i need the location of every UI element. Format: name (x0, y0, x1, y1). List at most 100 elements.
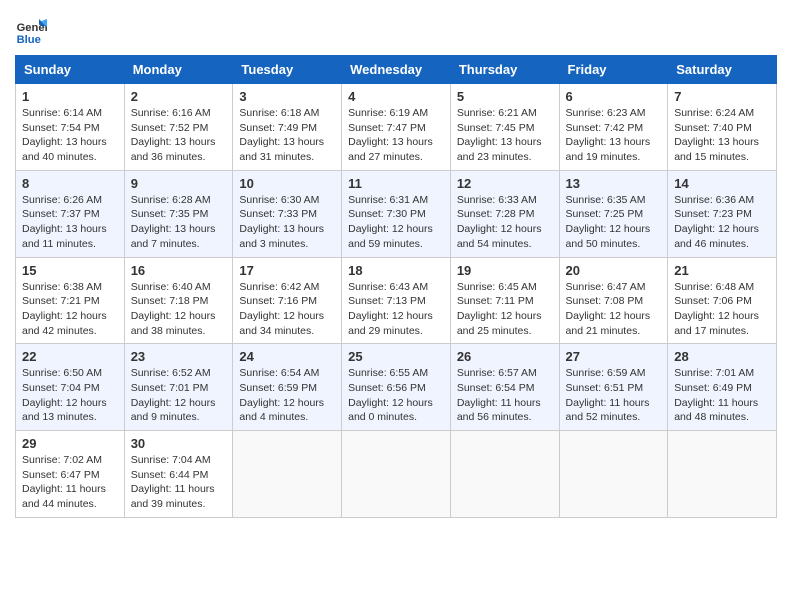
day-info: Sunrise: 6:14 AM Sunset: 7:54 PM Dayligh… (22, 106, 118, 165)
day-number: 30 (131, 436, 227, 451)
day-number: 3 (239, 89, 335, 104)
day-info: Sunrise: 7:01 AM Sunset: 6:49 PM Dayligh… (674, 366, 770, 425)
day-number: 23 (131, 349, 227, 364)
day-number: 4 (348, 89, 444, 104)
svg-text:Blue: Blue (17, 34, 41, 46)
day-number: 25 (348, 349, 444, 364)
calendar-cell: 3Sunrise: 6:18 AM Sunset: 7:49 PM Daylig… (233, 84, 342, 171)
page-header: General Blue (15, 15, 777, 47)
day-number: 7 (674, 89, 770, 104)
calendar-cell: 29 Sunrise: 7:02 AM Sunset: 6:47 PM Dayli… (16, 431, 125, 518)
calendar-cell: 9 Sunrise: 6:28 AM Sunset: 7:35 PM Daylig… (124, 170, 233, 257)
day-number: 27 (566, 349, 662, 364)
day-info: Sunrise: 6:52 AM Sunset: 7:01 PM Dayligh… (131, 366, 227, 425)
day-info: Sunrise: 6:43 AM Sunset: 7:13 PM Dayligh… (348, 280, 444, 339)
col-header-monday: Monday (124, 56, 233, 84)
col-header-wednesday: Wednesday (342, 56, 451, 84)
day-number: 8 (22, 176, 118, 191)
day-info: Sunrise: 6:47 AM Sunset: 7:08 PM Dayligh… (566, 280, 662, 339)
col-header-saturday: Saturday (668, 56, 777, 84)
day-info: Sunrise: 6:28 AM Sunset: 7:35 PM Dayligh… (131, 193, 227, 252)
calendar-cell: 2 Sunrise: 6:16 AM Sunset: 7:52 PM Daylig… (124, 84, 233, 171)
calendar-cell: 28 Sunrise: 7:01 AM Sunset: 6:49 PM Dayli… (668, 344, 777, 431)
col-header-tuesday: Tuesday (233, 56, 342, 84)
calendar-cell: 24Sunrise: 6:54 AM Sunset: 6:59 PM Dayli… (233, 344, 342, 431)
day-info: Sunrise: 6:48 AM Sunset: 7:06 PM Dayligh… (674, 280, 770, 339)
calendar-cell: 23 Sunrise: 6:52 AM Sunset: 7:01 PM Dayli… (124, 344, 233, 431)
day-info: Sunrise: 6:35 AM Sunset: 7:25 PM Dayligh… (566, 193, 662, 252)
day-info: Sunrise: 6:24 AM Sunset: 7:40 PM Dayligh… (674, 106, 770, 165)
day-info: Sunrise: 6:21 AM Sunset: 7:45 PM Dayligh… (457, 106, 553, 165)
col-header-friday: Friday (559, 56, 668, 84)
day-info: Sunrise: 6:30 AM Sunset: 7:33 PM Dayligh… (239, 193, 335, 252)
calendar-cell (233, 431, 342, 518)
logo: General Blue (15, 15, 47, 47)
day-info: Sunrise: 6:50 AM Sunset: 7:04 PM Dayligh… (22, 366, 118, 425)
day-number: 15 (22, 263, 118, 278)
calendar-cell: 16 Sunrise: 6:40 AM Sunset: 7:18 PM Dayli… (124, 257, 233, 344)
day-info: Sunrise: 6:40 AM Sunset: 7:18 PM Dayligh… (131, 280, 227, 339)
calendar-cell: 15 Sunrise: 6:38 AM Sunset: 7:21 PM Dayli… (16, 257, 125, 344)
calendar-week-3: 15 Sunrise: 6:38 AM Sunset: 7:21 PM Dayli… (16, 257, 777, 344)
day-info: Sunrise: 6:23 AM Sunset: 7:42 PM Dayligh… (566, 106, 662, 165)
day-info: Sunrise: 7:04 AM Sunset: 6:44 PM Dayligh… (131, 453, 227, 512)
day-number: 9 (131, 176, 227, 191)
day-info: Sunrise: 6:42 AM Sunset: 7:16 PM Dayligh… (239, 280, 335, 339)
calendar-cell: 25 Sunrise: 6:55 AM Sunset: 6:56 PM Dayli… (342, 344, 451, 431)
calendar-cell: 19Sunrise: 6:45 AM Sunset: 7:11 PM Dayli… (450, 257, 559, 344)
calendar-cell: 20 Sunrise: 6:47 AM Sunset: 7:08 PM Dayli… (559, 257, 668, 344)
day-number: 16 (131, 263, 227, 278)
day-number: 28 (674, 349, 770, 364)
day-number: 22 (22, 349, 118, 364)
calendar-table: SundayMondayTuesdayWednesdayThursdayFrid… (15, 55, 777, 518)
day-number: 6 (566, 89, 662, 104)
calendar-week-1: 1 Sunrise: 6:14 AM Sunset: 7:54 PM Daylig… (16, 84, 777, 171)
calendar-cell (559, 431, 668, 518)
day-info: Sunrise: 6:59 AM Sunset: 6:51 PM Dayligh… (566, 366, 662, 425)
calendar-cell: 17 Sunrise: 6:42 AM Sunset: 7:16 PM Dayli… (233, 257, 342, 344)
day-number: 12 (457, 176, 553, 191)
day-number: 2 (131, 89, 227, 104)
day-info: Sunrise: 6:16 AM Sunset: 7:52 PM Dayligh… (131, 106, 227, 165)
day-number: 29 (22, 436, 118, 451)
day-info: Sunrise: 7:02 AM Sunset: 6:47 PM Dayligh… (22, 453, 118, 512)
calendar-cell: 12 Sunrise: 6:33 AM Sunset: 7:28 PM Dayli… (450, 170, 559, 257)
calendar-cell: 30 Sunrise: 7:04 AM Sunset: 6:44 PM Dayli… (124, 431, 233, 518)
day-number: 11 (348, 176, 444, 191)
calendar-cell (450, 431, 559, 518)
logo-icon: General Blue (15, 15, 47, 47)
day-info: Sunrise: 6:57 AM Sunset: 6:54 PM Dayligh… (457, 366, 553, 425)
calendar-cell: 4 Sunrise: 6:19 AM Sunset: 7:47 PM Daylig… (342, 84, 451, 171)
calendar-cell: 6 Sunrise: 6:23 AM Sunset: 7:42 PM Daylig… (559, 84, 668, 171)
day-info: Sunrise: 6:38 AM Sunset: 7:21 PM Dayligh… (22, 280, 118, 339)
calendar-week-2: 8 Sunrise: 6:26 AM Sunset: 7:37 PM Daylig… (16, 170, 777, 257)
day-number: 1 (22, 89, 118, 104)
calendar-cell: 10Sunrise: 6:30 AM Sunset: 7:33 PM Dayli… (233, 170, 342, 257)
day-number: 20 (566, 263, 662, 278)
calendar-cell: 18Sunrise: 6:43 AM Sunset: 7:13 PM Dayli… (342, 257, 451, 344)
calendar-header-row: SundayMondayTuesdayWednesdayThursdayFrid… (16, 56, 777, 84)
day-number: 13 (566, 176, 662, 191)
day-info: Sunrise: 6:36 AM Sunset: 7:23 PM Dayligh… (674, 193, 770, 252)
day-info: Sunrise: 6:33 AM Sunset: 7:28 PM Dayligh… (457, 193, 553, 252)
day-info: Sunrise: 6:19 AM Sunset: 7:47 PM Dayligh… (348, 106, 444, 165)
day-number: 14 (674, 176, 770, 191)
calendar-cell: 1 Sunrise: 6:14 AM Sunset: 7:54 PM Daylig… (16, 84, 125, 171)
calendar-cell: 14 Sunrise: 6:36 AM Sunset: 7:23 PM Dayli… (668, 170, 777, 257)
calendar-cell: 5Sunrise: 6:21 AM Sunset: 7:45 PM Daylig… (450, 84, 559, 171)
calendar-cell: 22 Sunrise: 6:50 AM Sunset: 7:04 PM Dayli… (16, 344, 125, 431)
calendar-week-4: 22 Sunrise: 6:50 AM Sunset: 7:04 PM Dayli… (16, 344, 777, 431)
calendar-cell: 11 Sunrise: 6:31 AM Sunset: 7:30 PM Dayli… (342, 170, 451, 257)
calendar-cell (668, 431, 777, 518)
day-info: Sunrise: 6:31 AM Sunset: 7:30 PM Dayligh… (348, 193, 444, 252)
day-number: 21 (674, 263, 770, 278)
day-number: 17 (239, 263, 335, 278)
calendar-cell: 7 Sunrise: 6:24 AM Sunset: 7:40 PM Daylig… (668, 84, 777, 171)
calendar-cell: 26 Sunrise: 6:57 AM Sunset: 6:54 PM Dayli… (450, 344, 559, 431)
day-number: 26 (457, 349, 553, 364)
calendar-cell: 27 Sunrise: 6:59 AM Sunset: 6:51 PM Dayli… (559, 344, 668, 431)
day-info: Sunrise: 6:55 AM Sunset: 6:56 PM Dayligh… (348, 366, 444, 425)
calendar-week-5: 29 Sunrise: 7:02 AM Sunset: 6:47 PM Dayli… (16, 431, 777, 518)
day-info: Sunrise: 6:45 AM Sunset: 7:11 PM Dayligh… (457, 280, 553, 339)
day-info: Sunrise: 6:26 AM Sunset: 7:37 PM Dayligh… (22, 193, 118, 252)
